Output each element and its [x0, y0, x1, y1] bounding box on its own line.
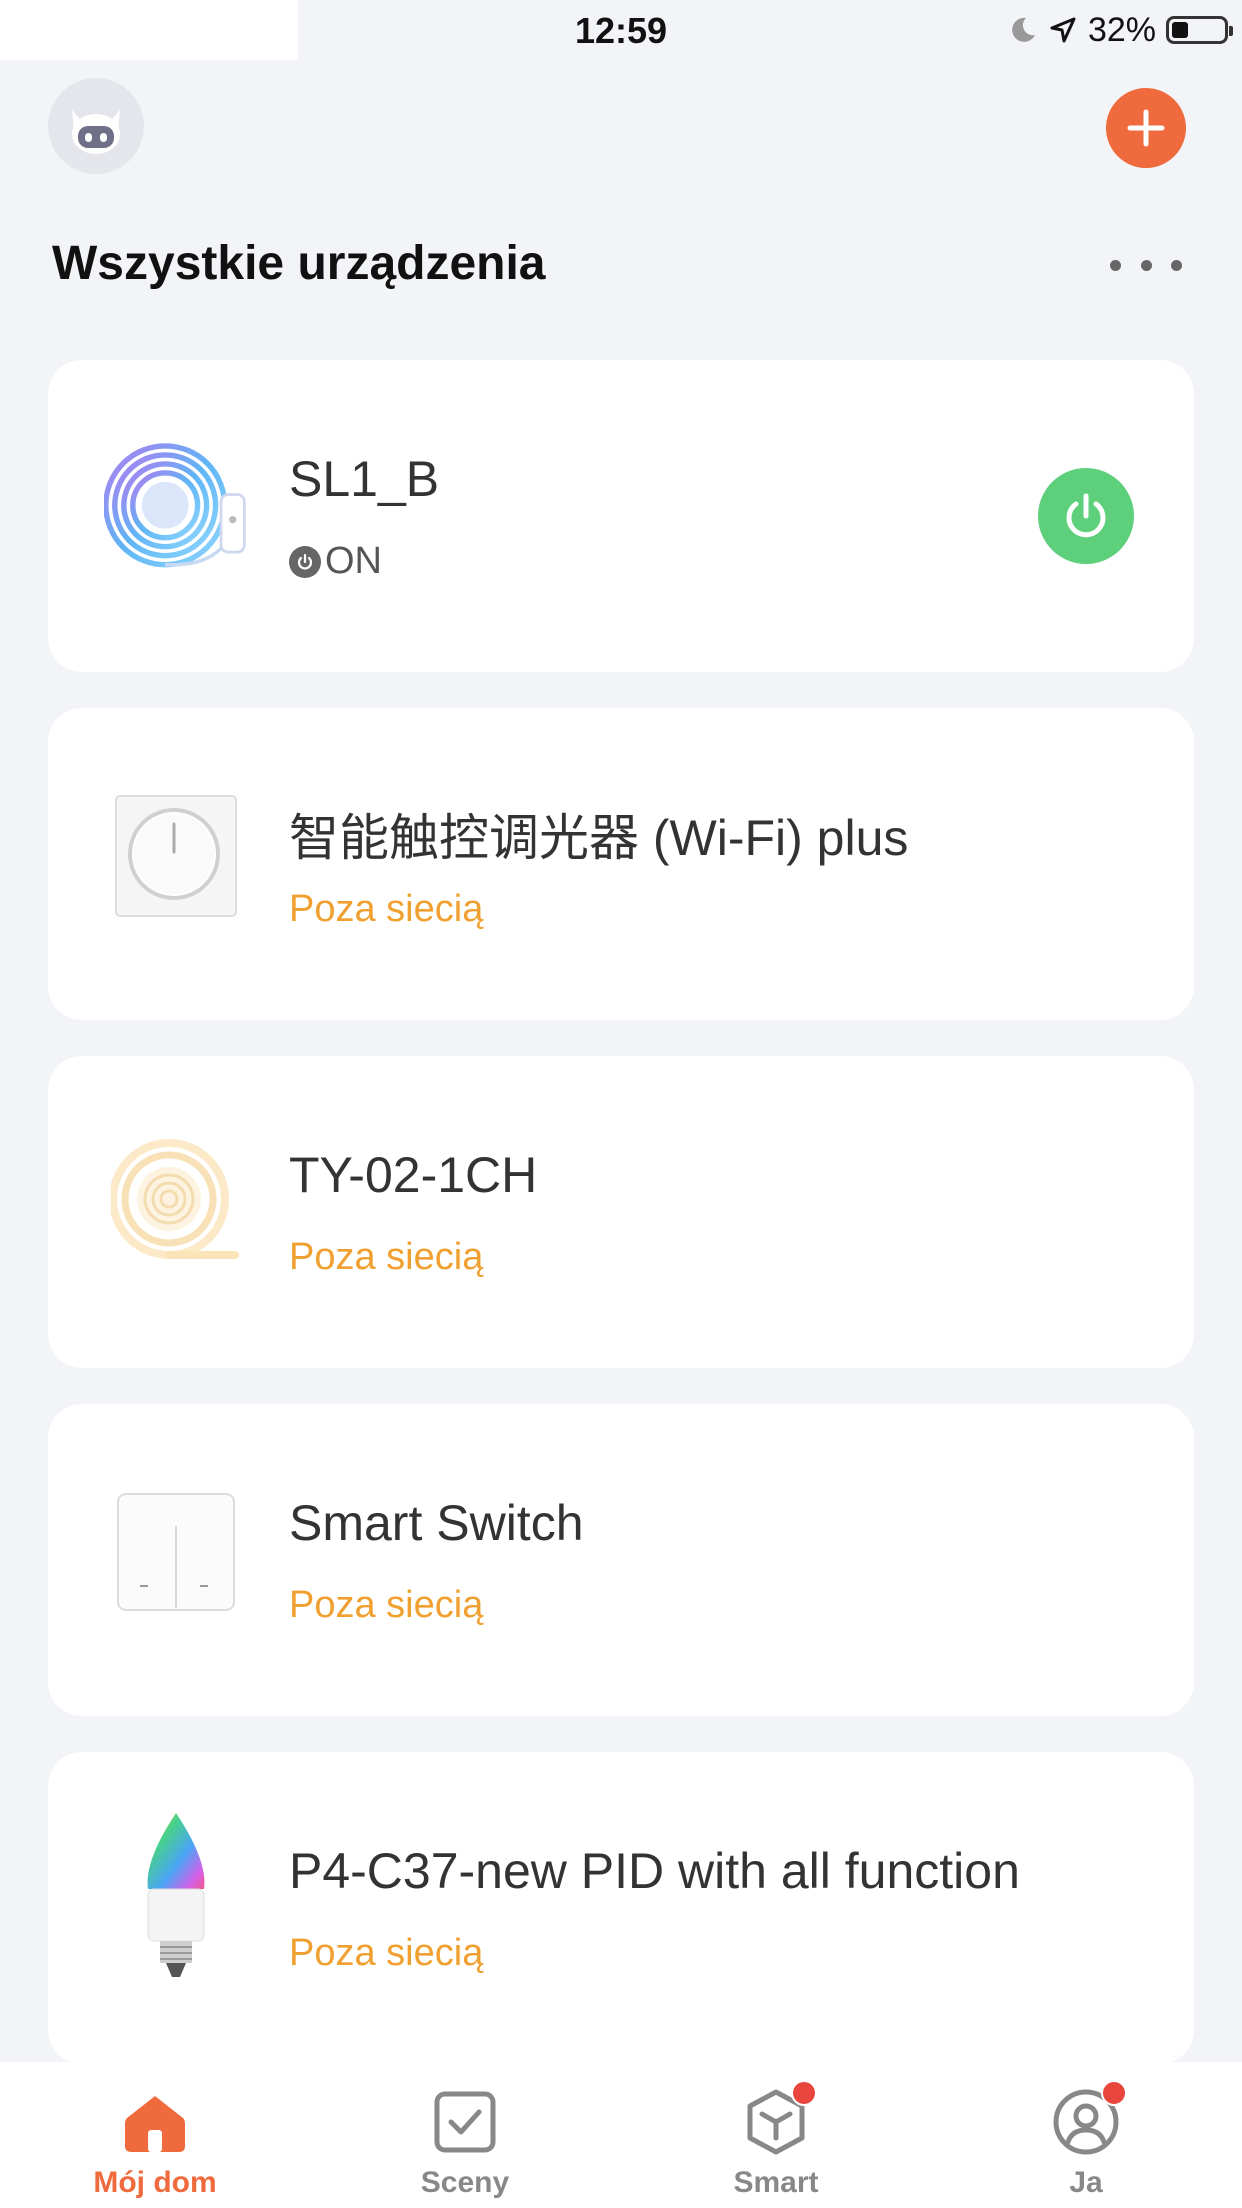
location-arrow-icon [1050, 17, 1076, 43]
power-toggle-button[interactable] [1038, 468, 1134, 564]
tab-home[interactable]: Mój dom [0, 2062, 310, 2208]
more-options-button[interactable] [1110, 250, 1182, 280]
device-card[interactable]: TY-02-1CH Poza siecią [48, 1056, 1194, 1368]
device-thumbnail [104, 1813, 248, 1977]
device-card[interactable]: Smart Switch Poza siecią [48, 1404, 1194, 1716]
tab-label: Smart [733, 2166, 819, 2199]
device-status: Poza siecią [289, 888, 483, 931]
device-status-text: Poza siecią [289, 1236, 484, 1278]
status-bar: 12:59 32% [0, 0, 1242, 60]
device-status: Poza siecią [289, 1236, 483, 1279]
add-device-button[interactable] [1106, 88, 1186, 168]
scenes-checkbox-icon [434, 2091, 496, 2153]
device-name: 智能触控调光器 (Wi-Fi) plus [289, 810, 909, 866]
page-title: Wszystkie urządzenia [52, 237, 546, 290]
plus-icon [1127, 109, 1165, 147]
moon-icon [1012, 17, 1035, 42]
device-name: Smart Switch [289, 1495, 584, 1551]
device-status-text: Poza siecią [289, 1584, 484, 1626]
device-status: Poza siecią [289, 1584, 483, 1627]
battery-fill [1172, 22, 1188, 38]
more-dot-icon [1171, 259, 1182, 271]
double-wall-switch-icon [117, 1493, 235, 1611]
device-status: ON [289, 540, 382, 583]
tab-label: Ja [1069, 2166, 1103, 2199]
device-thumbnail [104, 784, 248, 928]
home-icon [125, 2096, 185, 2152]
tab-me[interactable]: Ja [931, 2062, 1241, 2208]
led-strip-rgb-icon [104, 443, 246, 568]
tab-label: Sceny [420, 2166, 510, 2199]
device-card[interactable]: 智能触控调光器 (Wi-Fi) plus Poza siecią [48, 708, 1194, 1020]
robot-mascot-icon [72, 110, 120, 154]
more-dot-icon [1140, 259, 1152, 271]
dimmer-switch-icon [115, 795, 237, 917]
more-dot-icon [1110, 259, 1121, 271]
tab-scenes[interactable]: Sceny [310, 2062, 620, 2208]
device-status-text: ON [325, 540, 382, 582]
led-strip-warm-icon [111, 1139, 239, 1259]
power-small-icon [289, 545, 321, 578]
device-name: SL1_B [289, 451, 440, 507]
device-status-text: Poza siecią [289, 1932, 484, 1974]
device-card[interactable]: P4-C37-new PID with all function Poza si… [48, 1752, 1194, 2064]
device-thumbnail [104, 436, 248, 580]
device-thumbnail [104, 1480, 248, 1624]
home-avatar[interactable] [48, 78, 144, 174]
notification-badge [1101, 2080, 1127, 2106]
device-status-text: Poza siecią [289, 888, 484, 930]
device-status: Poza siecią [289, 1932, 483, 1975]
status-right-group: 32% [1008, 10, 1233, 50]
battery-tip [1229, 26, 1233, 36]
bottom-tab-bar: Mój dom Sceny Smart Ja [0, 2062, 1242, 2208]
device-card[interactable]: SL1_B ON [48, 360, 1194, 672]
battery-icon [1166, 16, 1233, 44]
device-name: P4-C37-new PID with all function [289, 1843, 1020, 1899]
battery-percent: 32% [1087, 10, 1156, 49]
candle-bulb-icon [147, 1813, 205, 1977]
power-icon [1066, 493, 1106, 538]
tab-smart[interactable]: Smart [621, 2062, 931, 2208]
tab-label: Mój dom [93, 2166, 217, 2199]
device-name: TY-02-1CH [289, 1147, 538, 1203]
notification-badge [791, 2080, 817, 2106]
device-thumbnail [104, 1132, 248, 1276]
